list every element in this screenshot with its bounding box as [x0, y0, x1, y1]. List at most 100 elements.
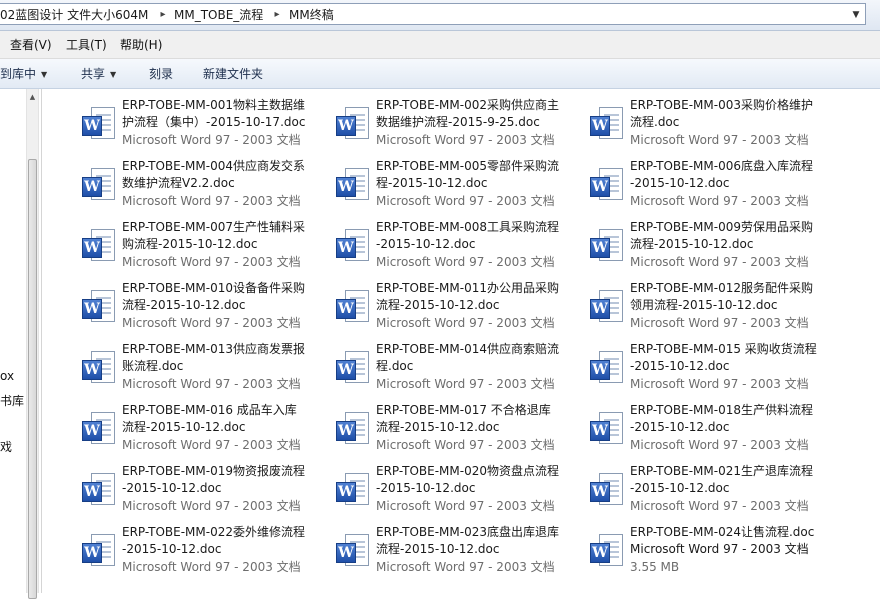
- file-name-line: ERP-TOBE-MM-018生产供料流程: [630, 403, 813, 417]
- file-item[interactable]: W ERP-TOBE-MM-021生产退库流程 -2015-10-12.doc Mic…: [570, 463, 820, 521]
- nav-item-fragment[interactable]: ox: [0, 369, 14, 383]
- file-name-line: 数维护流程V2.2.doc: [122, 176, 235, 190]
- file-type: Microsoft Word 97 - 2003 文档: [630, 255, 809, 269]
- scroll-up-icon[interactable]: ▲: [27, 91, 38, 103]
- word-doc-icon: W: [82, 532, 118, 570]
- file-name-line: 购流程-2015-10-12.doc: [122, 237, 258, 251]
- file-name-line: ERP-TOBE-MM-010设备备件采购: [122, 281, 305, 295]
- word-doc-icon: W: [336, 288, 372, 326]
- file-item[interactable]: W ERP-TOBE-MM-018生产供料流程 -2015-10-12.doc Mic…: [570, 402, 820, 460]
- file-name-line: 流程-2015-10-12.doc: [376, 298, 500, 312]
- file-type: Microsoft Word 97 - 2003 文档: [376, 194, 555, 208]
- file-item[interactable]: W ERP-TOBE-MM-006底盘入库流程 -2015-10-12.doc Mic…: [570, 158, 820, 216]
- word-doc-icon: W: [590, 105, 626, 143]
- menu-help[interactable]: 帮助(H): [120, 37, 162, 53]
- file-item[interactable]: W ERP-TOBE-MM-008工具采购流程 -2015-10-12.doc Mic…: [316, 219, 566, 277]
- file-item[interactable]: W ERP-TOBE-MM-003采购价格维护 流程.doc Microsoft Wo…: [570, 97, 820, 155]
- file-type: Microsoft Word 97 - 2003 文档: [630, 316, 809, 330]
- include-in-library-button[interactable]: 到库中 ▼: [0, 66, 47, 82]
- file-name-line: ERP-TOBE-MM-006底盘入库流程: [630, 159, 813, 173]
- breadcrumb-separator-icon[interactable]: ▸: [272, 7, 282, 23]
- word-doc-icon: W: [590, 532, 626, 570]
- file-type: Microsoft Word 97 - 2003 文档: [630, 377, 809, 391]
- word-doc-icon: W: [336, 166, 372, 204]
- file-item[interactable]: W ERP-TOBE-MM-022委外维修流程 -2015-10-12.doc Mic…: [62, 524, 312, 582]
- file-name-line: -2015-10-12.doc: [630, 420, 730, 434]
- word-doc-icon: W: [590, 471, 626, 509]
- nav-item-fragment[interactable]: 戏: [0, 438, 12, 455]
- file-type: Microsoft Word 97 - 2003 文档: [630, 542, 809, 556]
- file-item[interactable]: W ERP-TOBE-MM-019物资报废流程 -2015-10-12.doc Mic…: [62, 463, 312, 521]
- scrollbar-thumb[interactable]: [28, 159, 37, 599]
- word-doc-icon: W: [590, 410, 626, 448]
- file-item[interactable]: W ERP-TOBE-MM-016 成品车入库 流程-2015-10-12.doc M…: [62, 402, 312, 460]
- file-type: Microsoft Word 97 - 2003 文档: [630, 499, 809, 513]
- file-item[interactable]: W ERP-TOBE-MM-001物料主数据维 护流程（集中）-2015-10-17…: [62, 97, 312, 155]
- file-item[interactable]: W ERP-TOBE-MM-020物资盘点流程 -2015-10-12.doc Mic…: [316, 463, 566, 521]
- file-item[interactable]: W ERP-TOBE-MM-014供应商索赔流 程.doc Microsoft Wor…: [316, 341, 566, 399]
- word-doc-icon: W: [82, 471, 118, 509]
- file-item[interactable]: W ERP-TOBE-MM-013供应商发票报 账流程.doc Microsoft W…: [62, 341, 312, 399]
- file-item[interactable]: W ERP-TOBE-MM-002采购供应商主 数据维护流程-2015-9-25.d…: [316, 97, 566, 155]
- file-name-line: 程.doc: [376, 359, 414, 373]
- file-item[interactable]: W ERP-TOBE-MM-024让售流程.doc Microsoft Word 9…: [570, 524, 820, 582]
- share-button[interactable]: 共享 ▼: [81, 66, 116, 82]
- file-type: Microsoft Word 97 - 2003 文档: [376, 133, 555, 147]
- file-type: Microsoft Word 97 - 2003 文档: [122, 499, 301, 513]
- word-doc-icon: W: [590, 227, 626, 265]
- file-name-line: ERP-TOBE-MM-008工具采购流程: [376, 220, 559, 234]
- file-type: Microsoft Word 97 - 2003 文档: [122, 377, 301, 391]
- file-name-line: 程-2015-10-12.doc: [376, 176, 488, 190]
- nav-scrollbar[interactable]: ▲: [26, 89, 39, 599]
- breadcrumb-folder[interactable]: MM_TOBE_流程: [174, 7, 263, 23]
- file-item[interactable]: W ERP-TOBE-MM-011办公用品采购 流程-2015-10-12.doc M…: [316, 280, 566, 338]
- word-doc-icon: W: [82, 166, 118, 204]
- address-dropdown-icon[interactable]: ▼: [849, 7, 863, 23]
- file-name-line: ERP-TOBE-MM-002采购供应商主: [376, 98, 559, 112]
- file-item[interactable]: W ERP-TOBE-MM-004供应商发交系 数维护流程V2.2.doc Micro…: [62, 158, 312, 216]
- nav-item-fragment[interactable]: 书库: [0, 392, 24, 409]
- file-name: ERP-TOBE-MM-024让售流程.doc: [630, 525, 815, 539]
- word-doc-icon: W: [336, 471, 372, 509]
- word-doc-icon: W: [590, 288, 626, 326]
- chevron-down-icon: ▼: [41, 70, 48, 79]
- menu-view[interactable]: 查看(V): [10, 37, 52, 53]
- file-name-line: -2015-10-12.doc: [630, 359, 730, 373]
- address-field[interactable]: 02蓝图设计 文件大小604M ▸ MM_TOBE_流程 ▸ MM终稿 ▼: [0, 3, 866, 25]
- word-doc-icon: W: [82, 105, 118, 143]
- file-name-line: ERP-TOBE-MM-015 采购收货流程: [630, 342, 817, 356]
- file-type: Microsoft Word 97 - 2003 文档: [376, 438, 555, 452]
- file-name-line: 流程-2015-10-12.doc: [122, 298, 246, 312]
- menu-tools[interactable]: 工具(T): [66, 37, 107, 53]
- file-name-line: 流程.doc: [630, 115, 680, 129]
- file-name-line: -2015-10-12.doc: [630, 481, 730, 495]
- breadcrumb-current[interactable]: MM终稿: [289, 7, 334, 23]
- word-doc-icon: W: [336, 532, 372, 570]
- file-name-line: ERP-TOBE-MM-022委外维修流程: [122, 525, 305, 539]
- file-item[interactable]: W ERP-TOBE-MM-017 不合格退库 流程-2015-10-12.doc M…: [316, 402, 566, 460]
- file-type: Microsoft Word 97 - 2003 文档: [376, 560, 555, 574]
- file-type: Microsoft Word 97 - 2003 文档: [122, 316, 301, 330]
- file-item[interactable]: W ERP-TOBE-MM-012服务配件采购 领用流程-2015-10-12.do…: [570, 280, 820, 338]
- file-type: Microsoft Word 97 - 2003 文档: [376, 316, 555, 330]
- file-item[interactable]: W ERP-TOBE-MM-009劳保用品采购 流程-2015-10-12.doc M…: [570, 219, 820, 277]
- file-name-line: ERP-TOBE-MM-011办公用品采购: [376, 281, 559, 295]
- file-item[interactable]: W ERP-TOBE-MM-005零部件采购流 程-2015-10-12.doc Mi…: [316, 158, 566, 216]
- file-item[interactable]: W ERP-TOBE-MM-015 采购收货流程 -2015-10-12.doc Mi…: [570, 341, 820, 399]
- new-folder-button[interactable]: 新建文件夹: [203, 66, 263, 82]
- breadcrumb-root[interactable]: 02蓝图设计 文件大小604M: [0, 7, 148, 23]
- file-item[interactable]: W ERP-TOBE-MM-023底盘出库退库 流程-2015-10-12.doc M…: [316, 524, 566, 582]
- file-item[interactable]: W ERP-TOBE-MM-007生产性辅料采 购流程-2015-10-12.doc…: [62, 219, 312, 277]
- word-doc-icon: W: [82, 288, 118, 326]
- file-item[interactable]: W ERP-TOBE-MM-010设备备件采购 流程-2015-10-12.doc M…: [62, 280, 312, 338]
- file-type: Microsoft Word 97 - 2003 文档: [122, 560, 301, 574]
- file-name-line: ERP-TOBE-MM-021生产退库流程: [630, 464, 813, 478]
- word-doc-icon: W: [82, 410, 118, 448]
- breadcrumb-separator-icon[interactable]: ▸: [158, 7, 168, 23]
- file-type: Microsoft Word 97 - 2003 文档: [122, 194, 301, 208]
- file-type: Microsoft Word 97 - 2003 文档: [630, 438, 809, 452]
- word-doc-icon: W: [336, 105, 372, 143]
- burn-button[interactable]: 刻录: [149, 66, 173, 82]
- word-doc-icon: W: [590, 166, 626, 204]
- word-doc-icon: W: [336, 227, 372, 265]
